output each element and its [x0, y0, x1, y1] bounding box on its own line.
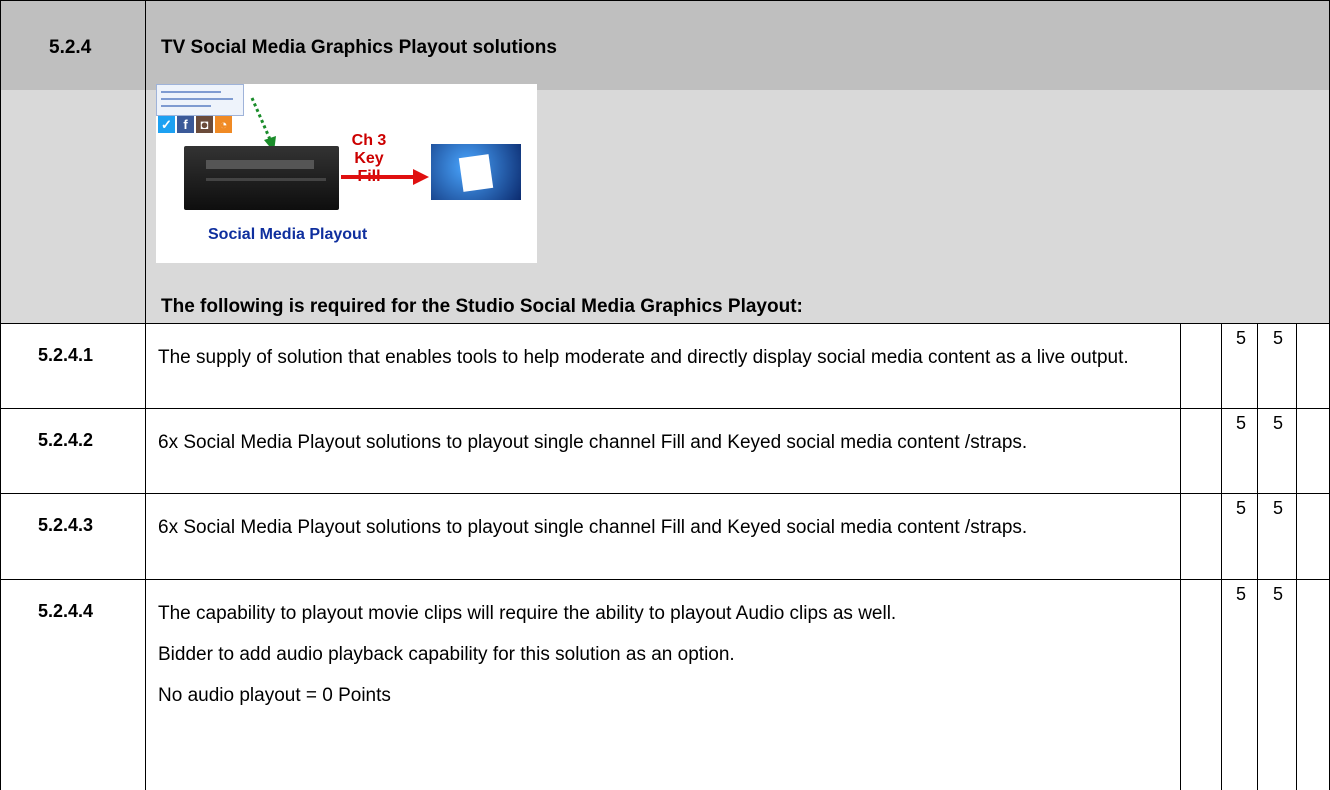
- display-screen-icon: [431, 144, 521, 200]
- item-number-cell: 5.2.4.1: [1, 324, 146, 408]
- item-paragraph: 6x Social Media Playout solutions to pla…: [158, 432, 1028, 453]
- section-header-row: 5.2.4 TV Social Media Graphics Playout s…: [0, 0, 1330, 91]
- score-b: 5: [1273, 584, 1284, 604]
- score-b: 5: [1273, 413, 1284, 433]
- item-number: 5.2.4.3: [38, 515, 94, 535]
- red-arrow-icon: [341, 169, 429, 185]
- screenshot-thumbnail: [156, 84, 244, 116]
- score-a: 5: [1236, 413, 1247, 433]
- item-number-cell: 5.2.4.2: [1, 409, 146, 493]
- requirements-table: 5.2.4 TV Social Media Graphics Playout s…: [0, 0, 1330, 790]
- item-description: 6x Social Media Playout solutions to pla…: [158, 514, 1168, 555]
- instagram-icon: ◘: [196, 116, 213, 133]
- score-a: 5: [1236, 584, 1247, 604]
- key-label: Key: [354, 150, 384, 167]
- required-heading: The following is required for the Studio…: [161, 296, 803, 317]
- illustration-row-number-cell: [1, 90, 146, 323]
- table-row: 5.2.4.3 6x Social Media Playout solution…: [0, 494, 1330, 580]
- score-b: 5: [1273, 498, 1284, 518]
- playout-server-icon: [184, 146, 339, 210]
- item-paragraph: The capability to playout movie clips wi…: [158, 603, 897, 624]
- illustration-caption: Social Media Playout: [208, 226, 368, 243]
- item-description: The capability to playout movie clips wi…: [158, 600, 1168, 723]
- score-a: 5: [1236, 498, 1247, 518]
- item-description: The supply of solution that enables tool…: [158, 344, 1168, 385]
- item-number-cell: 5.2.4.3: [1, 494, 146, 579]
- channel-label: Ch 3: [351, 132, 387, 149]
- section-number: 5.2.4: [49, 37, 92, 58]
- item-paragraph: Bidder to add audio playback capability …: [158, 644, 735, 665]
- item-number: 5.2.4.1: [38, 345, 94, 365]
- item-paragraph: 6x Social Media Playout solutions to pla…: [158, 517, 1028, 538]
- table-row: 5.2.4.2 6x Social Media Playout solution…: [0, 409, 1330, 494]
- score-a: 5: [1236, 328, 1247, 348]
- table-row: 5.2.4.1 The supply of solution that enab…: [0, 324, 1330, 409]
- section-number-cell: 5.2.4: [1, 1, 146, 90]
- item-number: 5.2.4.2: [38, 430, 94, 450]
- item-number: 5.2.4.4: [38, 601, 94, 621]
- twitter-icon: ✓: [158, 116, 175, 133]
- section-title: TV Social Media Graphics Playout solutio…: [161, 37, 557, 58]
- rss-icon: ◔: [215, 116, 232, 133]
- item-paragraph: No audio playout = 0 Points: [158, 685, 391, 706]
- item-description: 6x Social Media Playout solutions to pla…: [158, 429, 1168, 470]
- facebook-icon: f: [177, 116, 194, 133]
- table-row: 5.2.4.4 The capability to playout movie …: [0, 580, 1330, 790]
- score-b: 5: [1273, 328, 1284, 348]
- item-number-cell: 5.2.4.4: [1, 580, 146, 790]
- item-paragraph: The supply of solution that enables tool…: [158, 347, 1129, 368]
- social-media-playout-illustration: ✓ f ◘ ◔ Ch 3 Key Fill Social Media Playo…: [156, 84, 537, 263]
